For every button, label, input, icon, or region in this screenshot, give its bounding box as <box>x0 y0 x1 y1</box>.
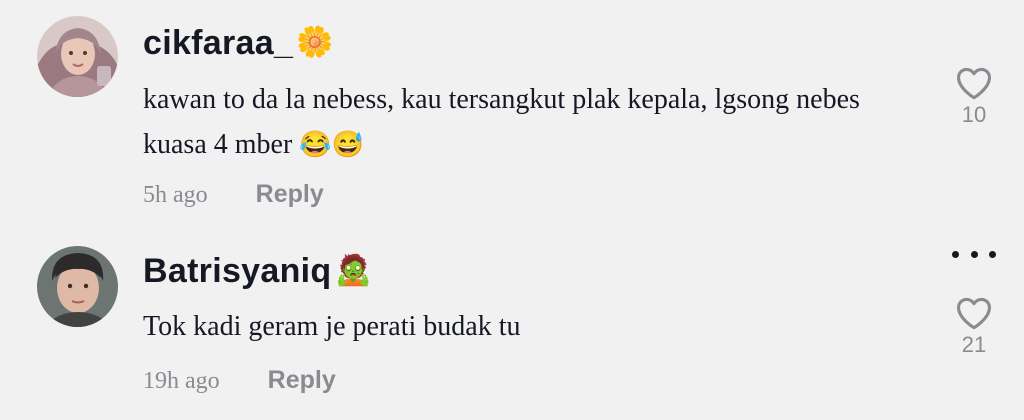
more-horizontal-icon <box>970 250 978 258</box>
more-horizontal-icon <box>952 250 959 258</box>
comment-timestamp: 5h ago <box>143 182 208 208</box>
comment-timestamp: 19h ago <box>143 368 220 394</box>
reply-button[interactable]: Reply <box>268 366 336 395</box>
comment-meta: 5h ago Reply <box>143 180 324 209</box>
comment-text-body: Tok kadi geram je perati budak tu <box>143 311 521 342</box>
like-count: 10 <box>961 102 987 127</box>
avatar[interactable] <box>37 246 118 327</box>
like-button[interactable]: 21 <box>950 296 998 358</box>
comment-text-emoji: 😂😅 <box>299 130 365 159</box>
comment-meta: 19h ago Reply <box>143 366 336 395</box>
username-emoji: 🧟 <box>334 254 373 287</box>
comment-text: kawan to da la nebess, kau tersangkut pl… <box>143 77 913 167</box>
more-horizontal-icon <box>989 250 996 258</box>
username-emoji: 🌼 <box>296 26 334 59</box>
comment-username[interactable]: Batrisyaniq 🧟 <box>143 252 372 291</box>
username-text: cikfaraa_ <box>143 24 294 62</box>
heart-outline-icon <box>957 67 991 100</box>
avatar[interactable] <box>37 16 118 97</box>
like-count: 21 <box>961 332 987 357</box>
heart-outline-icon <box>957 297 991 330</box>
reply-button[interactable]: Reply <box>256 180 324 209</box>
comment-text: Tok kadi geram je perati budak tu <box>143 304 913 349</box>
comment-username[interactable]: cikfaraa_ 🌼 <box>143 24 334 63</box>
more-options-button[interactable] <box>952 246 996 262</box>
like-button[interactable]: 10 <box>950 66 998 128</box>
comment-text-body: kawan to da la nebess, kau tersangkut pl… <box>143 84 860 160</box>
username-text: Batrisyaniq <box>143 252 332 290</box>
